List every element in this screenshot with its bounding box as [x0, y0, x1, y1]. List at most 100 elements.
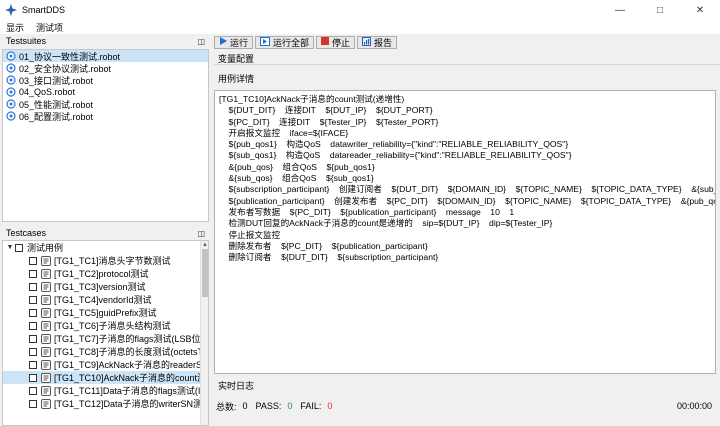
checkbox[interactable]	[29, 399, 37, 408]
testcase-item[interactable]: [TG1_TC9]AckNack子消息的readerSN...	[3, 358, 208, 371]
testsuite-item[interactable]: 06_配置测试.robot	[3, 110, 208, 122]
elapsed-time: 00:00:00	[676, 401, 712, 411]
checkbox[interactable]	[29, 373, 37, 382]
testcase-item[interactable]: [TG1_TC3]version测试	[3, 280, 208, 293]
checkbox[interactable]	[29, 295, 37, 304]
detail-line: 删除发布者 ${PC_DIT} ${publication_participan…	[219, 240, 428, 251]
stop-button[interactable]: 停止	[316, 35, 356, 49]
testsuite-item[interactable]: 01_协议一致性测试.robot	[3, 50, 208, 62]
tree-root-label: 测试用例	[27, 243, 64, 253]
run-all-label: 运行全部	[273, 37, 310, 48]
testcase-label: [TG1_TC2]protocol测试	[54, 269, 149, 279]
testcase-item[interactable]: [TG1_TC1]消息头字节数测试	[3, 254, 208, 267]
dock-float-icon[interactable]: ◫	[197, 37, 205, 46]
variables-section-header[interactable]: 变量配置	[214, 52, 720, 65]
testsuite-item[interactable]: 03_接口测试.robot	[3, 74, 208, 86]
testcase-label: [TG1_TC7]子消息的flags测试(LSB位)	[54, 334, 204, 344]
report-label: 报告	[374, 37, 393, 48]
testcase-item[interactable]: [TG1_TC11]Data子消息的flags测试(Inl...	[3, 384, 208, 397]
checkbox[interactable]	[29, 347, 37, 356]
status-bar: 总数: 0 PASS: 0 FAIL: 0 00:00:00	[214, 396, 720, 416]
testsuites-list: 01_协议一致性测试.robot 02_安全协议测试.robot 03_接口测试.r…	[2, 49, 209, 222]
pass-count: 0	[287, 401, 293, 411]
robot-file-icon	[6, 51, 16, 61]
testcase-icon	[41, 346, 51, 357]
detail-section-title: 用例详情	[218, 74, 255, 84]
dock-float-icon[interactable]: ◫	[197, 229, 205, 238]
tree-root[interactable]: ▼ 测试用例	[3, 241, 208, 254]
menu-view[interactable]: 显示	[0, 21, 30, 34]
testsuite-item[interactable]: 02_安全协议测试.robot	[3, 62, 208, 74]
testcase-label: [TG1_TC10]AckNack子消息的count测...	[54, 373, 208, 383]
testcase-icon	[41, 307, 51, 318]
testcase-icon	[41, 398, 51, 409]
chevron-down-icon[interactable]: ▼	[5, 244, 15, 251]
pass-label: PASS:	[255, 401, 282, 411]
case-detail-text[interactable]: [TG1_TC10]AckNack子消息的count测试(递增性) ${DUT_…	[214, 90, 716, 374]
testsuite-item[interactable]: 05_性能测试.robot	[3, 98, 208, 110]
vertical-scrollbar[interactable]: ▲	[200, 241, 208, 425]
testsuite-label: 03_接口测试.robot	[19, 75, 94, 86]
testsuites-title: Testsuites	[6, 36, 47, 46]
checkbox[interactable]	[29, 308, 37, 317]
detail-line: 停止报文监控	[219, 229, 281, 240]
testcase-item[interactable]: [TG1_TC7]子消息的flags测试(LSB位)	[3, 332, 208, 345]
robot-file-icon	[6, 63, 16, 73]
checkbox[interactable]	[29, 282, 37, 291]
testcase-item[interactable]: [TG1_TC4]vendorId测试	[3, 293, 208, 306]
app-title: SmartDDS	[22, 5, 66, 15]
testcase-item[interactable]: [TG1_TC5]guidPrefix测试	[3, 306, 208, 319]
detail-line: ${PC_DIT} 连接DIT ${Tester_IP} ${Tester_PO…	[219, 116, 439, 127]
fail-count: 0	[327, 401, 333, 411]
detail-line: ${publication_participant} 创建发布者 ${PC_DI…	[219, 195, 716, 206]
minimize-icon[interactable]: —	[600, 0, 640, 20]
app-logo-icon	[4, 3, 18, 17]
window-controls: — □ ✕	[600, 0, 720, 20]
detail-line: 检测DUT回复的AckNack子消息的count是递增的 sip=${DUT_I…	[219, 218, 553, 229]
testcase-label: [TG1_TC9]AckNack子消息的readerSN...	[54, 360, 208, 370]
log-section-header: 实时日志	[214, 379, 720, 392]
report-icon	[362, 36, 372, 48]
maximize-icon[interactable]: □	[640, 0, 680, 20]
close-icon[interactable]: ✕	[680, 0, 720, 20]
checkbox[interactable]	[29, 386, 37, 395]
testcase-item[interactable]: [TG1_TC8]子消息的长度测试(octetsTo...	[3, 345, 208, 358]
run-button[interactable]: 运行	[214, 35, 254, 49]
title-bar: SmartDDS — □ ✕	[0, 0, 720, 20]
detail-line: ${DUT_DIT} 连接DIT ${DUT_IP} ${DUT_PORT}	[219, 105, 433, 116]
checkbox[interactable]	[29, 269, 37, 278]
testsuite-item[interactable]: 04_QoS.robot	[3, 86, 208, 98]
checkbox[interactable]	[15, 243, 23, 252]
scrollbar-thumb[interactable]	[202, 249, 208, 297]
detail-line: [TG1_TC10]AckNack子消息的count测试(递增性)	[219, 94, 405, 104]
testcase-icon	[41, 385, 51, 396]
testcases-list: [TG1_TC1]消息头字节数测试 [TG1_TC2]protocol测试 [TG1…	[3, 254, 208, 410]
detail-line: 删除订阅者 ${DUT_DIT} ${subscription_particip…	[219, 252, 439, 263]
run-all-button[interactable]: 运行全部	[255, 35, 315, 49]
menu-bar: 显示 测试项	[0, 20, 720, 34]
log-section-title: 实时日志	[218, 381, 255, 391]
testcase-item[interactable]: [TG1_TC2]protocol测试	[3, 267, 208, 280]
testcase-item[interactable]: [TG1_TC6]子消息头结构测试	[3, 319, 208, 332]
testcase-label: [TG1_TC3]version测试	[54, 282, 146, 292]
report-button[interactable]: 报告	[357, 35, 398, 49]
detail-section-header: 用例详情	[214, 72, 720, 85]
testcase-item[interactable]: [TG1_TC12]Data子消息的writerSN测...	[3, 397, 208, 410]
testcase-icon	[41, 320, 51, 331]
testcase-item[interactable]: [TG1_TC10]AckNack子消息的count测...	[3, 371, 208, 384]
stop-label: 停止	[332, 37, 351, 48]
total-count: 0	[242, 401, 248, 411]
toolbar: 运行 运行全部 停止 报告	[214, 35, 720, 49]
testcase-icon	[41, 281, 51, 292]
menu-test-items[interactable]: 测试项	[30, 21, 69, 34]
testcases-title: Testcases	[6, 228, 47, 238]
checkbox[interactable]	[29, 321, 37, 330]
checkbox[interactable]	[29, 256, 37, 265]
checkbox[interactable]	[29, 334, 37, 343]
detail-line: ${subscription_participant} 创建订阅者 ${DUT_…	[219, 184, 716, 195]
testcase-icon	[41, 294, 51, 305]
scroll-up-icon[interactable]: ▲	[201, 241, 208, 249]
testsuites-header: Testsuites ◫	[0, 34, 211, 48]
checkbox[interactable]	[29, 360, 37, 369]
testcase-label: [TG1_TC4]vendorId测试	[54, 295, 152, 305]
